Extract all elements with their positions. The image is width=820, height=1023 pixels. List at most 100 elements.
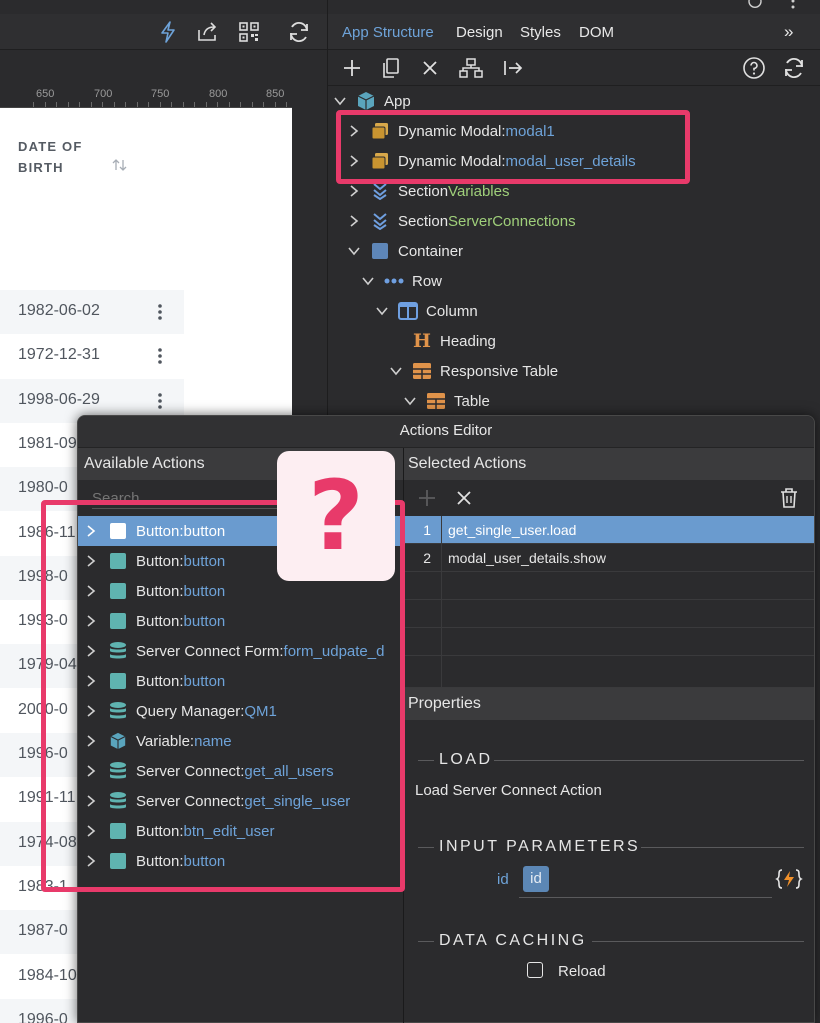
help-icon[interactable] (741, 55, 767, 81)
row-menu-icon[interactable] (156, 392, 164, 410)
param-label-id: id (497, 871, 509, 888)
date-of-birth-cell: 1996-0 (18, 1011, 68, 1023)
reload-checkbox[interactable] (527, 962, 543, 978)
panel-toolbar (328, 50, 820, 86)
ruler-tick (125, 102, 126, 107)
tree-item-section-serverconnections[interactable]: Section ServerConnections (346, 206, 576, 236)
remove-action-icon[interactable] (456, 490, 472, 510)
action-text: modal_user_details.show (448, 550, 606, 566)
date-of-birth-cell: 1972-12-31 (18, 346, 100, 363)
empty-row (404, 600, 814, 628)
tab-styles[interactable]: Styles (520, 24, 561, 41)
ruler-tick (286, 102, 287, 107)
chevron-right-icon[interactable] (346, 213, 362, 229)
duplicate-icon[interactable] (378, 55, 404, 81)
table-row[interactable]: 1972-12-31 (0, 334, 184, 378)
add-action-icon[interactable] (418, 489, 436, 511)
date-of-birth-cell: 1982-06-02 (18, 302, 100, 319)
tree-label: Row (412, 272, 443, 290)
tab-app-structure[interactable]: App Structure (342, 24, 434, 41)
heading-icon: H (413, 330, 431, 352)
ruler-tick (33, 102, 34, 107)
trash-icon[interactable] (779, 487, 799, 513)
chevron-down-icon[interactable] (346, 243, 362, 259)
app-structure-panel: App Structure Design Styles DOM » App Dy… (327, 0, 820, 415)
lightning-icon[interactable] (154, 18, 182, 46)
move-icon[interactable] (500, 55, 526, 81)
ruler-tick (137, 102, 138, 107)
ruler-label: 800 (209, 88, 228, 100)
delete-icon[interactable] (417, 55, 443, 81)
ruler-tick (240, 102, 241, 107)
section-rule (494, 760, 804, 761)
action-text: get_single_user.load (448, 522, 577, 538)
sort-icon[interactable] (112, 158, 128, 176)
add-icon[interactable] (339, 55, 365, 81)
chevron-down-icon[interactable] (332, 93, 348, 109)
section-rule (418, 760, 434, 761)
param-value-chip[interactable]: id (523, 866, 549, 892)
selected-actions-toolbar (404, 480, 814, 516)
row-number (404, 628, 442, 656)
tree-label: Section (398, 182, 449, 200)
tree-item-table[interactable]: Table (402, 386, 490, 416)
row-icon (384, 271, 404, 291)
tree-item-row[interactable]: Row (360, 266, 442, 296)
row-number: 1 (404, 516, 442, 544)
ruler: 650 700 750 800 850 (0, 86, 292, 108)
input-parameters-title: INPUT PARAMETERS (439, 838, 641, 855)
tree-label: Table (454, 392, 490, 410)
cube-icon (356, 91, 376, 111)
param-input-underline[interactable] (519, 897, 772, 898)
chevron-down-icon[interactable] (402, 393, 418, 409)
selected-action-row[interactable]: 2 modal_user_details.show (404, 544, 814, 572)
row-number (404, 656, 442, 688)
section-rule (592, 941, 804, 942)
chevron-down-icon[interactable] (388, 363, 404, 379)
tree-label: Responsive Table (440, 362, 559, 380)
empty-row (404, 572, 814, 600)
reload-label: Reload (558, 963, 606, 980)
data-caching-title: DATA CACHING (439, 932, 587, 949)
qr-code-icon[interactable] (235, 18, 263, 46)
tree-item-responsive-table[interactable]: Responsive Table (388, 356, 558, 386)
sync-icon[interactable] (746, 0, 764, 13)
ruler-tick (45, 102, 46, 107)
section-icon (370, 181, 390, 201)
chevron-down-icon[interactable] (374, 303, 390, 319)
column-icon (398, 301, 418, 321)
tab-dom[interactable]: DOM (579, 24, 614, 41)
tree-item-container[interactable]: Container (346, 236, 463, 266)
share-icon[interactable] (194, 18, 222, 46)
tree-item-heading[interactable]: H Heading (388, 326, 496, 356)
row-menu-icon[interactable] (156, 303, 164, 321)
expand-panel-icon[interactable]: » (784, 22, 793, 42)
refresh-icon[interactable] (285, 18, 313, 46)
ruler-tick (217, 102, 218, 107)
ruler-label: 700 (94, 88, 113, 100)
load-description: Load Server Connect Action (415, 782, 602, 799)
tab-design[interactable]: Design (456, 24, 503, 41)
row-menu-icon[interactable] (156, 347, 164, 365)
ruler-tick (183, 102, 184, 107)
table-row[interactable]: 1982-06-02 (0, 290, 184, 334)
ruler-label: 750 (151, 88, 170, 100)
selected-action-row[interactable]: 1 get_single_user.load (404, 516, 814, 544)
table-icon (426, 391, 446, 411)
tree-item-column[interactable]: Column (374, 296, 478, 326)
question-mark-callout: ? (277, 451, 395, 581)
ruler-tick (229, 102, 230, 107)
ruler-tick (91, 102, 92, 107)
chevron-down-icon[interactable] (360, 273, 376, 289)
dynamic-data-icon[interactable] (775, 868, 803, 890)
refresh-structure-icon[interactable] (781, 55, 807, 81)
tree-label: Column (426, 302, 478, 320)
chevron-right-icon[interactable] (346, 183, 362, 199)
more-vertical-icon[interactable] (790, 0, 796, 12)
highlight-modals-box (336, 110, 690, 184)
empty-row (404, 656, 814, 688)
ruler-tick (114, 102, 115, 107)
selected-actions-header: Selected Actions (404, 448, 814, 480)
structure-icon[interactable] (458, 55, 484, 81)
